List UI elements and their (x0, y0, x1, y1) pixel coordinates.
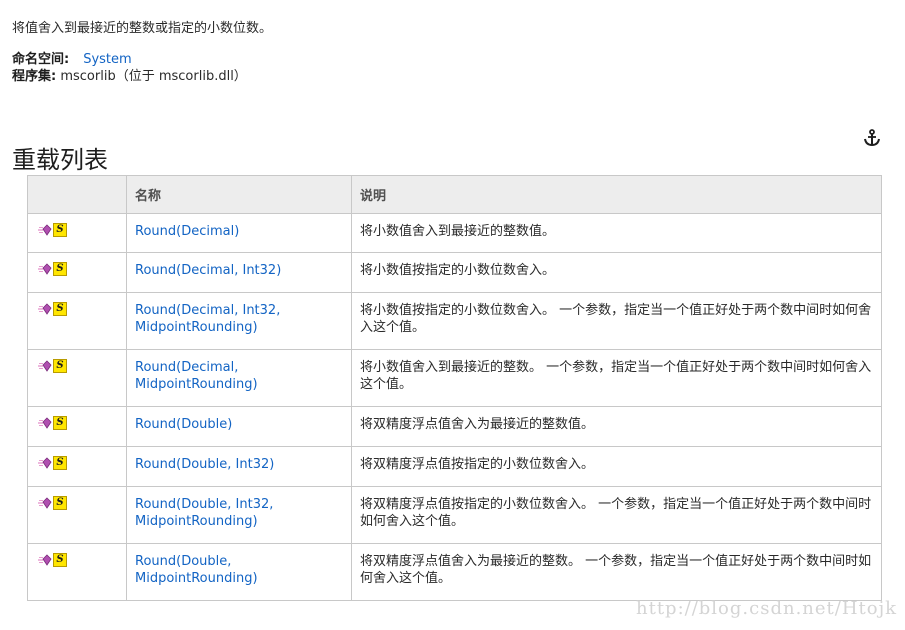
static-icon: S (53, 262, 67, 276)
table-row: S Round(Double) 将双精度浮点值舍入为最接近的整数值。 (27, 406, 882, 447)
table-header-row: 名称 说明 (27, 175, 882, 214)
row-name-cell: Round(Double) (126, 406, 352, 447)
row-icons: S (27, 292, 127, 350)
overload-link[interactable]: Round(Double, Int32) (135, 457, 274, 472)
header-icon-col (27, 175, 127, 214)
row-icons: S (27, 446, 127, 487)
namespace-label: 命名空间: (12, 52, 70, 67)
static-icon: S (53, 496, 67, 510)
public-method-icon (38, 360, 52, 372)
watermark-text: http://blog.csdn.net/Htojk (636, 598, 898, 619)
row-icon-group: S (38, 262, 67, 276)
row-name-cell: Round(Double, Int32, MidpointRounding) (126, 486, 352, 544)
overload-table: 名称 说明 S Round(Decimal) 将小数值舍入到最接近的整数值。 S Rou… (27, 175, 882, 601)
public-method-icon (38, 554, 52, 566)
metadata-block: 命名空间: System 程序集: mscorlib（位于 mscorlib.dl… (12, 51, 247, 85)
static-icon: S (53, 359, 67, 373)
table-row: S Round(Decimal, Int32) 将小数值按指定的小数位数舍入。 (27, 252, 882, 293)
public-method-icon (38, 303, 52, 315)
row-icons: S (27, 349, 127, 407)
table-row: S Round(Decimal, MidpointRounding) 将小数值舍入到… (27, 349, 882, 407)
summary-text: 将值舍入到最接近的整数或指定的小数位数。 (12, 21, 273, 36)
overload-link[interactable]: Round(Double) (135, 417, 232, 432)
table-row: S Round(Decimal) 将小数值舍入到最接近的整数值。 (27, 213, 882, 253)
assembly-line: 程序集: mscorlib（位于 mscorlib.dll） (12, 68, 247, 85)
static-icon: S (53, 416, 67, 430)
row-name-cell: Round(Decimal, Int32) (126, 252, 352, 293)
row-icon-group: S (38, 553, 67, 567)
overload-link[interactable]: Round(Decimal, MidpointRounding) (135, 360, 258, 392)
row-description: 将小数值按指定的小数位数舍入。 一个参数，指定当一个值正好处于两个数中间时如何舍… (351, 292, 882, 350)
row-name-cell: Round(Double, MidpointRounding) (126, 543, 352, 601)
overload-link[interactable]: Round(Double, MidpointRounding) (135, 554, 258, 586)
row-icon-group: S (38, 496, 67, 510)
table-row: S Round(Decimal, Int32, MidpointRounding)… (27, 292, 882, 350)
row-description: 将小数值舍入到最接近的整数。 一个参数，指定当一个值正好处于两个数中间时如何舍入… (351, 349, 882, 407)
header-name-col: 名称 (126, 175, 352, 214)
row-name-cell: Round(Decimal, Int32, MidpointRounding) (126, 292, 352, 350)
row-icon-group: S (38, 456, 67, 470)
public-method-icon (38, 263, 52, 275)
row-icon-group: S (38, 359, 67, 373)
anchor-icon[interactable] (862, 128, 882, 148)
row-name-cell: Round(Decimal) (126, 213, 352, 253)
assembly-label: 程序集: (12, 69, 57, 84)
row-name-cell: Round(Decimal, MidpointRounding) (126, 349, 352, 407)
static-icon: S (53, 553, 67, 567)
static-icon: S (53, 302, 67, 316)
table-row: S Round(Double, MidpointRounding) 将双精度浮点值舍… (27, 543, 882, 601)
assembly-value: mscorlib（位于 mscorlib.dll） (60, 69, 247, 84)
row-icon-group: S (38, 223, 67, 237)
row-description: 将双精度浮点值舍入为最接近的整数值。 (351, 406, 882, 447)
row-description: 将双精度浮点值舍入为最接近的整数。 一个参数，指定当一个值正好处于两个数中间时如… (351, 543, 882, 601)
row-icon-group: S (38, 416, 67, 430)
public-method-icon (38, 497, 52, 509)
public-method-icon (38, 224, 52, 236)
row-description: 将双精度浮点值按指定的小数位数舍入。 一个参数，指定当一个值正好处于两个数中间时… (351, 486, 882, 544)
row-icons: S (27, 252, 127, 293)
table-row: S Round(Double, Int32, MidpointRounding) 将… (27, 486, 882, 544)
row-description: 将小数值按指定的小数位数舍入。 (351, 252, 882, 293)
section-title: 重载列表 (12, 145, 108, 174)
overload-link[interactable]: Round(Decimal, Int32) (135, 263, 281, 278)
row-icons: S (27, 543, 127, 601)
row-description: 将双精度浮点值按指定的小数位数舍入。 (351, 446, 882, 487)
row-icon-group: S (38, 302, 67, 316)
row-icons: S (27, 406, 127, 447)
namespace-line: 命名空间: System (12, 51, 247, 68)
static-icon: S (53, 223, 67, 237)
public-method-icon (38, 457, 52, 469)
overload-link[interactable]: Round(Decimal, Int32, MidpointRounding) (135, 303, 280, 335)
public-method-icon (38, 417, 52, 429)
row-icons: S (27, 213, 127, 253)
overload-link[interactable]: Round(Decimal) (135, 224, 239, 239)
table-row: S Round(Double, Int32) 将双精度浮点值按指定的小数位数舍入。 (27, 446, 882, 487)
overload-link[interactable]: Round(Double, Int32, MidpointRounding) (135, 497, 273, 529)
row-icons: S (27, 486, 127, 544)
row-description: 将小数值舍入到最接近的整数值。 (351, 213, 882, 253)
row-name-cell: Round(Double, Int32) (126, 446, 352, 487)
header-desc-col: 说明 (351, 175, 882, 214)
namespace-link[interactable]: System (83, 52, 131, 67)
static-icon: S (53, 456, 67, 470)
